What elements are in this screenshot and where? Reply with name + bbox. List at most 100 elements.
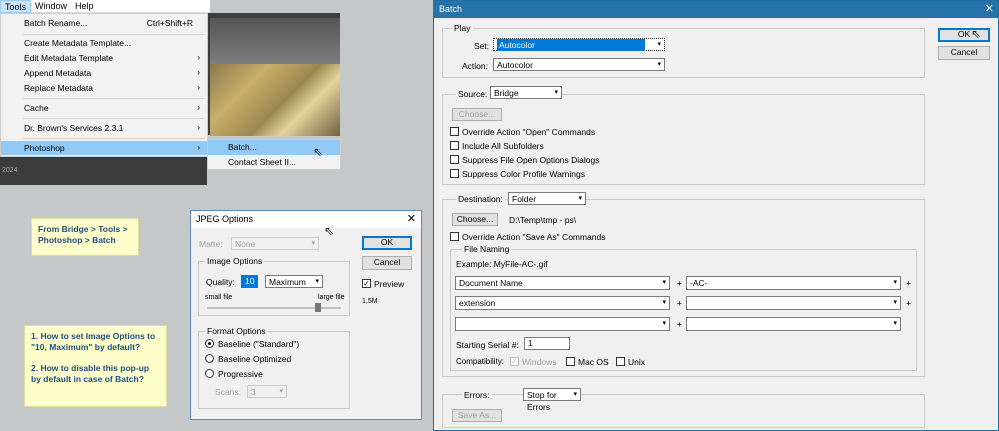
chevron-right-icon: › (197, 143, 200, 152)
quality-slider-handle[interactable] (315, 303, 321, 312)
suppress-open-dialogs-label: Suppress File Open Options Dialogs (462, 155, 600, 165)
override-save-checkbox[interactable] (450, 232, 459, 241)
play-legend: Play (452, 23, 473, 33)
naming-field-3[interactable]: extension ▾ (455, 296, 670, 310)
naming-field-6[interactable]: ▾ (686, 317, 901, 331)
chevron-down-icon: ▾ (662, 320, 666, 327)
menu-window[interactable]: Window (31, 0, 71, 13)
action-select[interactable]: Autocolor ▾ (493, 58, 665, 71)
jpeg-cancel-button[interactable]: Cancel (362, 256, 412, 270)
chevron-down-icon: ▾ (657, 61, 661, 68)
photo-thumbnail (210, 64, 340, 136)
naming-example: Example: MyFile-AC-.gif (456, 259, 548, 269)
close-icon[interactable]: ✕ (407, 212, 416, 225)
plus-label: + (906, 278, 911, 288)
jpeg-ok-button[interactable]: OK (362, 236, 412, 250)
progressive-radio[interactable] (205, 369, 214, 378)
override-open-checkbox[interactable] (450, 127, 459, 136)
serial-input[interactable]: 1 (524, 337, 570, 350)
save-as-button[interactable]: Save As... (452, 409, 502, 422)
set-label: Set: (474, 41, 490, 51)
menu-item-append-metadata[interactable]: Append Metadata › (1, 66, 207, 80)
large-file-label: large file (318, 294, 345, 301)
batch-cancel-button[interactable]: Cancel (938, 46, 990, 60)
chevron-right-icon: › (197, 83, 200, 92)
source-choose-button[interactable]: Choose... (452, 108, 502, 121)
macos-label: Mac OS (578, 357, 609, 367)
chevron-down-icon: ▾ (311, 240, 315, 247)
file-size-label: 1,5M (362, 298, 378, 305)
baseline-standard-radio[interactable] (205, 339, 214, 348)
menu-separator (23, 98, 205, 99)
close-icon[interactable]: ✕ (985, 2, 994, 15)
chevron-right-icon: › (197, 53, 200, 62)
suppress-profile-warnings-checkbox[interactable] (450, 169, 459, 178)
source-select[interactable]: Bridge ▾ (490, 86, 562, 99)
naming-field-2[interactable]: -AC- ▾ (686, 276, 901, 290)
menu-tools[interactable]: Tools (0, 0, 32, 13)
batch-dialog-titlebar: Batch ✕ (434, 1, 998, 18)
baseline-optimized-radio[interactable] (205, 354, 214, 363)
chevron-down-icon: ▾ (315, 278, 319, 285)
progressive-label: Progressive (218, 369, 263, 379)
chevron-down-icon: ▾ (578, 195, 582, 202)
naming-field-1[interactable]: Document Name ▾ (455, 276, 670, 290)
windows-checkbox[interactable]: ✓ (510, 357, 519, 366)
jpeg-options-dialog: JPEG Options ✕ Matte: None ▾ Image Option… (190, 210, 422, 420)
menu-item-dr-browns[interactable]: Dr. Brown's Services 2.3.1 › (1, 121, 207, 135)
menu-item-edit-metadata[interactable]: Edit Metadata Template › (1, 51, 207, 65)
menu-item-cache[interactable]: Cache › (1, 101, 207, 115)
naming-field-4[interactable]: ▾ (686, 296, 901, 310)
naming-field-5[interactable]: ▾ (455, 317, 670, 331)
menu-help[interactable]: Help (71, 0, 98, 13)
chevron-right-icon: › (197, 103, 200, 112)
file-naming-legend: File Naming (462, 244, 512, 254)
errors-select[interactable]: Stop for Errors ▾ (523, 388, 581, 412)
destination-select[interactable]: Folder ▾ (508, 192, 586, 205)
set-select[interactable]: Autocolor ▾ (493, 38, 665, 51)
menu-item-batch-rename[interactable]: Batch Rename... Ctrl+Shift+R (1, 16, 207, 30)
chevron-down-icon: ▾ (893, 299, 897, 306)
quality-preset-select[interactable]: Maximum ▾ (265, 275, 323, 288)
chevron-down-icon: ▾ (554, 89, 558, 96)
plus-label: + (906, 298, 911, 308)
matte-select[interactable]: None ▾ (231, 237, 319, 250)
question-1: 1. How to set Image Options to "10, Maxi… (31, 331, 156, 352)
destination-choose-button[interactable]: Choose... (452, 213, 498, 226)
include-subfolders-checkbox[interactable] (450, 141, 459, 150)
preview-checkbox[interactable]: ✓ (362, 279, 371, 288)
preview-label: Preview (374, 279, 405, 289)
action-label: Action: (462, 61, 488, 71)
unix-checkbox[interactable] (616, 357, 625, 366)
chevron-down-icon: ▾ (279, 388, 283, 395)
small-file-label: small file (205, 294, 233, 301)
quality-input[interactable]: 10 (241, 275, 258, 288)
quality-label: Quality: (206, 277, 235, 287)
plus-label: + (677, 278, 682, 288)
menubar: Tools Window Help (0, 0, 210, 13)
menu-item-create-metadata[interactable]: Create Metadata Template... (1, 36, 207, 50)
scans-select[interactable]: 3 ▾ (247, 385, 287, 398)
chevron-down-icon: ▾ (662, 299, 666, 306)
jpeg-dialog-titlebar: JPEG Options ✕ (191, 211, 421, 228)
macos-checkbox[interactable] (566, 357, 575, 366)
scans-label: Scans: (215, 387, 241, 397)
destination-path: D:\Temp\tmp - ps\ (509, 215, 577, 225)
year-label: 2024 (2, 167, 18, 174)
chevron-down-icon: ▾ (657, 41, 661, 48)
chevron-down-icon: ▾ (893, 279, 897, 286)
menu-item-photoshop[interactable]: Photoshop › (1, 141, 207, 155)
batch-ok-button[interactable]: OK (938, 28, 990, 42)
shortcut-label: Ctrl+Shift+R (146, 18, 193, 28)
source-legend: Source: (456, 89, 490, 99)
menu-item-replace-metadata[interactable]: Replace Metadata › (1, 81, 207, 95)
override-save-label: Override Action "Save As" Commands (462, 232, 606, 242)
menu-separator (23, 118, 205, 119)
thumbnail-strip (0, 157, 207, 185)
baseline-optimized-label: Baseline Optimized (218, 354, 292, 364)
plus-label: + (677, 319, 682, 329)
matte-label: Matte: (199, 239, 223, 249)
chevron-down-icon: ▾ (662, 279, 666, 286)
suppress-open-dialogs-checkbox[interactable] (450, 155, 459, 164)
unix-label: Unix (628, 357, 646, 367)
